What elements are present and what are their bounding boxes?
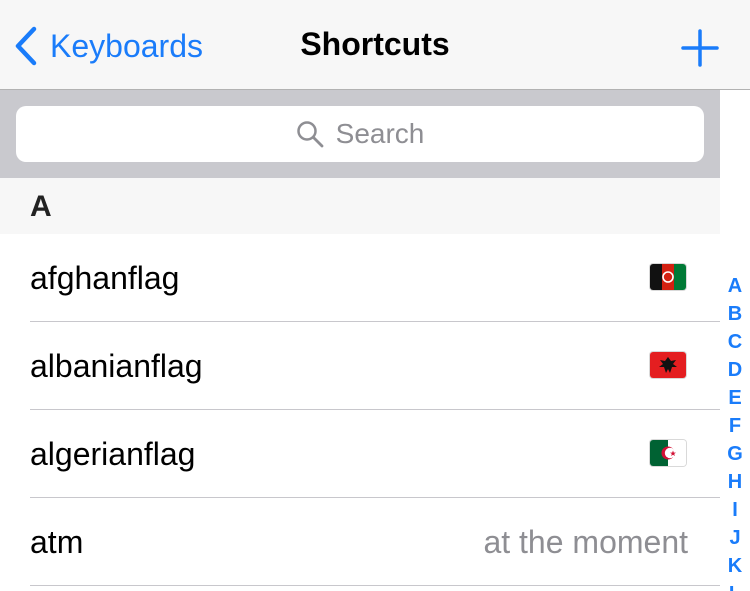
list-item[interactable]: albanianflag — [0, 322, 720, 410]
index-letter[interactable]: I — [732, 496, 738, 524]
index-letter[interactable]: E — [728, 384, 741, 412]
index-letter[interactable]: H — [728, 468, 742, 496]
shortcuts-screen: Keyboards Shortcuts Search A afghanflag — [0, 0, 750, 591]
index-letter[interactable]: D — [728, 356, 742, 384]
list-item[interactable]: atm at the moment — [0, 498, 720, 586]
search-placeholder: Search — [335, 118, 425, 149]
plus-icon[interactable] — [680, 28, 720, 68]
shortcut-label: atm — [30, 524, 84, 560]
shortcut-label: algerianflag — [30, 436, 196, 472]
index-letter[interactable]: F — [729, 412, 741, 440]
navigation-bar: Keyboards Shortcuts — [0, 0, 750, 90]
albania-flag-icon — [650, 352, 686, 378]
section-header: A — [0, 178, 720, 234]
phrase-label: at the moment — [483, 524, 688, 560]
index-letter[interactable]: A — [728, 272, 742, 300]
index-letter[interactable]: K — [728, 552, 742, 580]
index-letter[interactable]: L — [729, 580, 741, 591]
shortcut-label: albanianflag — [30, 348, 203, 384]
search-input[interactable]: Search — [16, 106, 704, 162]
section-header-label: A — [30, 190, 52, 223]
shortcut-label: afghanflag — [30, 260, 180, 296]
list-item[interactable]: afghanflag — [0, 234, 720, 322]
index-letter[interactable]: B — [728, 300, 742, 328]
index-letter[interactable]: C — [728, 328, 742, 356]
shortcut-list: afghanflag albanianflag algerianflag atm… — [0, 234, 720, 586]
index-letter[interactable]: G — [727, 440, 743, 468]
index-letter[interactable]: J — [729, 524, 740, 552]
algeria-flag-icon — [650, 440, 686, 466]
search-bar: Search — [0, 90, 720, 178]
search-icon — [296, 121, 324, 148]
afghanistan-flag-icon — [650, 264, 686, 290]
list-item[interactable]: algerianflag — [0, 410, 720, 498]
section-index[interactable]: A B C D E F G H I J K L — [720, 272, 750, 591]
page-title: Shortcuts — [300, 26, 450, 62]
